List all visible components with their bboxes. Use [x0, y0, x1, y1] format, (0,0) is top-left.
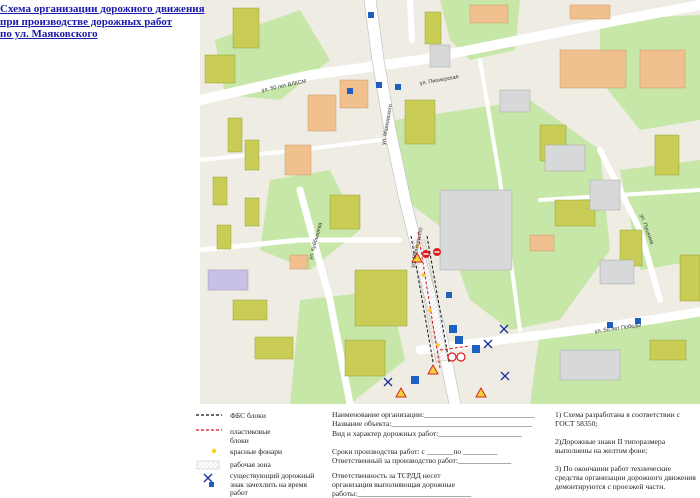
bldg-5	[212, 176, 228, 206]
bldg-26	[469, 4, 509, 24]
lamp	[428, 308, 432, 312]
bldg-28	[289, 254, 309, 270]
lamp	[421, 273, 425, 277]
bldg-23	[339, 79, 369, 109]
bldg-34	[599, 259, 635, 285]
bldg-13	[404, 99, 436, 145]
form-org: Наименование организации:_______________…	[332, 410, 535, 419]
bldg-33	[589, 179, 621, 211]
form-dates: Сроки производства работ: с _______по __…	[332, 447, 498, 456]
sign-info-icon	[368, 12, 374, 18]
bldg-20	[679, 254, 700, 302]
sign-no-entry-bar	[434, 251, 440, 253]
page-title: Схема организации дорожного движения при…	[0, 3, 220, 41]
form-work-type: Вид и характер дорожных работ:__________…	[332, 429, 522, 438]
form-tsodd-3: работы:______________________________	[332, 489, 472, 498]
bldg-7	[216, 224, 232, 250]
bldg-4	[244, 139, 260, 171]
note-1: 1) Схема разработана в соответствии с ГО…	[555, 410, 680, 428]
bldg-2	[204, 54, 236, 84]
legend-plastic: пластиковые блоки	[230, 427, 271, 445]
title-line: при производстве дорожных работ	[0, 15, 173, 28]
sign-detour-icon	[411, 376, 419, 384]
sign-info-icon	[347, 88, 353, 94]
sign-speed-limit-icon	[447, 352, 457, 362]
title-line: по ул. Маяковского	[0, 28, 98, 40]
sign-info-icon	[446, 292, 452, 298]
bldg-6	[244, 197, 260, 227]
form-tsodd-2: организация выполняющая дорожные	[332, 480, 456, 489]
road-pionerskaya	[407, 0, 415, 43]
lamp	[436, 343, 440, 347]
bldg-32	[499, 89, 531, 113]
bldg-lilac	[207, 269, 249, 291]
legend-panel: ФБС блоки пластиковые блоки красные фона…	[0, 404, 700, 498]
red-lamp-icon	[211, 448, 217, 454]
bldg-1	[232, 7, 260, 49]
form-object: Название объекта:_______________________…	[332, 419, 532, 428]
bldg-35	[559, 349, 621, 381]
bldg-16	[554, 199, 596, 227]
map-canvas: ул. 50 лет ВЛКСМ ул. Маяковского ул. Мая…	[195, 0, 700, 410]
bldg-21	[307, 94, 337, 132]
bldg-18	[654, 134, 680, 176]
note-2: 2)Дорожные знаки II типоразмера выполнен…	[555, 437, 666, 455]
note-3: 3) По окончании работ технические средст…	[555, 464, 696, 491]
sign-detour-icon	[455, 336, 463, 344]
bldg-24	[559, 49, 627, 89]
form-tsodd: Ответственность за ТСРДД несет	[332, 471, 441, 480]
title-line: Схема организации дорожного движения	[0, 3, 205, 15]
sign-detour-icon	[472, 345, 480, 353]
bldg-27	[569, 4, 611, 20]
bldg-19	[649, 339, 687, 361]
covered-sign-icon	[203, 473, 213, 483]
bldg-31	[544, 144, 586, 172]
sign-detour-icon	[449, 325, 457, 333]
legend-lights: красные фонари	[230, 447, 283, 456]
sign-speed-limit-icon	[456, 352, 466, 362]
bldg-3	[227, 117, 243, 153]
sign-no-entry-bar	[423, 253, 429, 255]
bldg-25	[639, 49, 686, 89]
bldg-22	[284, 144, 312, 176]
bldg-12	[344, 339, 386, 377]
sign-info-icon	[395, 84, 401, 90]
bldg-11	[354, 269, 408, 327]
bldg-30	[439, 189, 513, 271]
bldg-8	[232, 299, 268, 321]
legend-work-zone: рабочая зона	[230, 460, 271, 469]
legend-fbs: ФБС блоки	[230, 411, 266, 420]
bldg-10	[329, 194, 361, 230]
legend-existing-sign: существующий дорожный знак зачехлить на …	[230, 471, 315, 497]
covered-sign-box-icon	[209, 482, 214, 487]
bldg-9	[254, 336, 294, 360]
bldg-36	[429, 44, 451, 68]
form-responsible: Ответственный за производство работ:____…	[332, 456, 512, 465]
sign-info-icon	[376, 82, 382, 88]
work-zone-icon	[196, 460, 220, 470]
bldg-29	[529, 234, 555, 252]
bldg-14	[424, 11, 442, 45]
